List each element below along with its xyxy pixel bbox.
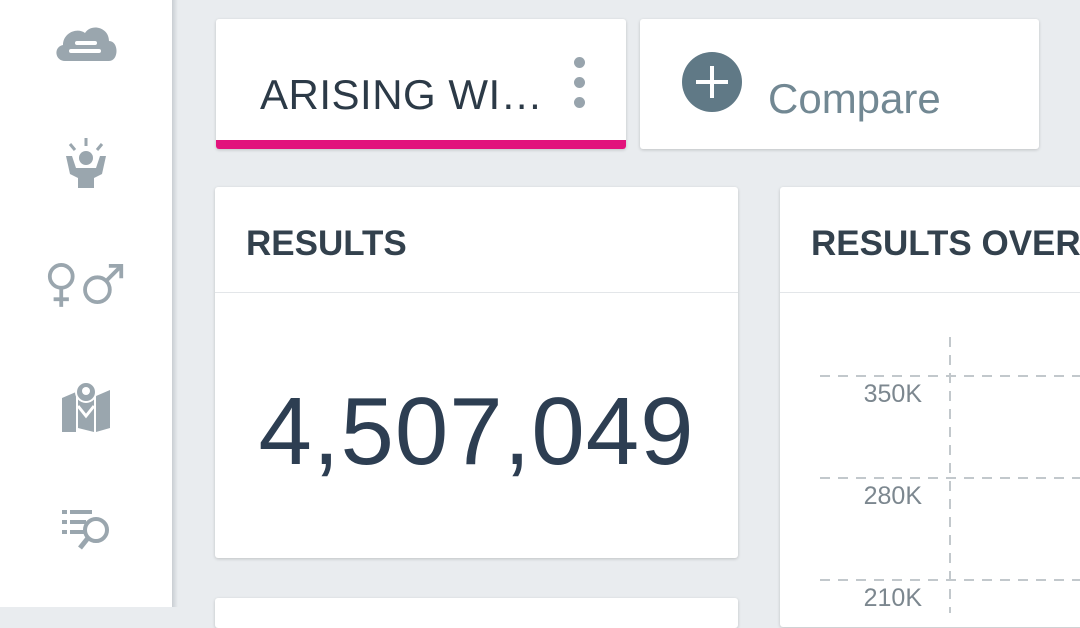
list-search-icon bbox=[62, 510, 109, 550]
add-icon bbox=[682, 52, 742, 112]
compare-label: Compare bbox=[768, 75, 941, 122]
sidebar-item-cloud[interactable] bbox=[46, 12, 126, 72]
results-total-value: 4,507,049 bbox=[258, 378, 695, 485]
active-tab-indicator bbox=[216, 140, 626, 149]
results-card-header: RESULTS bbox=[215, 187, 738, 293]
sidebar-item-gender[interactable] bbox=[46, 254, 126, 314]
results-over-time-header: RESULTS OVER bbox=[780, 187, 1080, 293]
more-options-icon[interactable] bbox=[572, 57, 586, 127]
cloud-icon bbox=[56, 27, 117, 62]
sidebar-item-map[interactable] bbox=[46, 376, 126, 436]
sidebar-item-search-list[interactable] bbox=[46, 498, 126, 558]
compare-button[interactable]: Compare bbox=[640, 19, 1039, 149]
map-pin-icon bbox=[62, 381, 110, 432]
y-tick-label: 210K bbox=[864, 584, 923, 612]
gender-icon bbox=[47, 263, 124, 307]
bottom-card bbox=[215, 598, 738, 628]
sidebar bbox=[0, 0, 172, 607]
results-card: RESULTS 4,507,049 bbox=[215, 187, 738, 558]
person-idea-icon bbox=[66, 138, 106, 188]
sidebar-item-insights[interactable] bbox=[46, 132, 126, 192]
y-tick-label: 350K bbox=[864, 380, 923, 408]
tab-dataset[interactable]: ARISING WI… bbox=[216, 19, 626, 149]
y-tick-label: 280K bbox=[864, 482, 923, 510]
results-over-time-title: RESULTS OVER bbox=[811, 224, 1080, 263]
tab-title: ARISING WI… bbox=[260, 71, 544, 118]
results-over-time-chart: 350K 280K 210K bbox=[820, 337, 1080, 613]
results-over-time-card: RESULTS OVER 350K 280K 210K bbox=[780, 187, 1080, 627]
results-title: RESULTS bbox=[246, 224, 407, 263]
sidebar-divider bbox=[172, 0, 178, 607]
